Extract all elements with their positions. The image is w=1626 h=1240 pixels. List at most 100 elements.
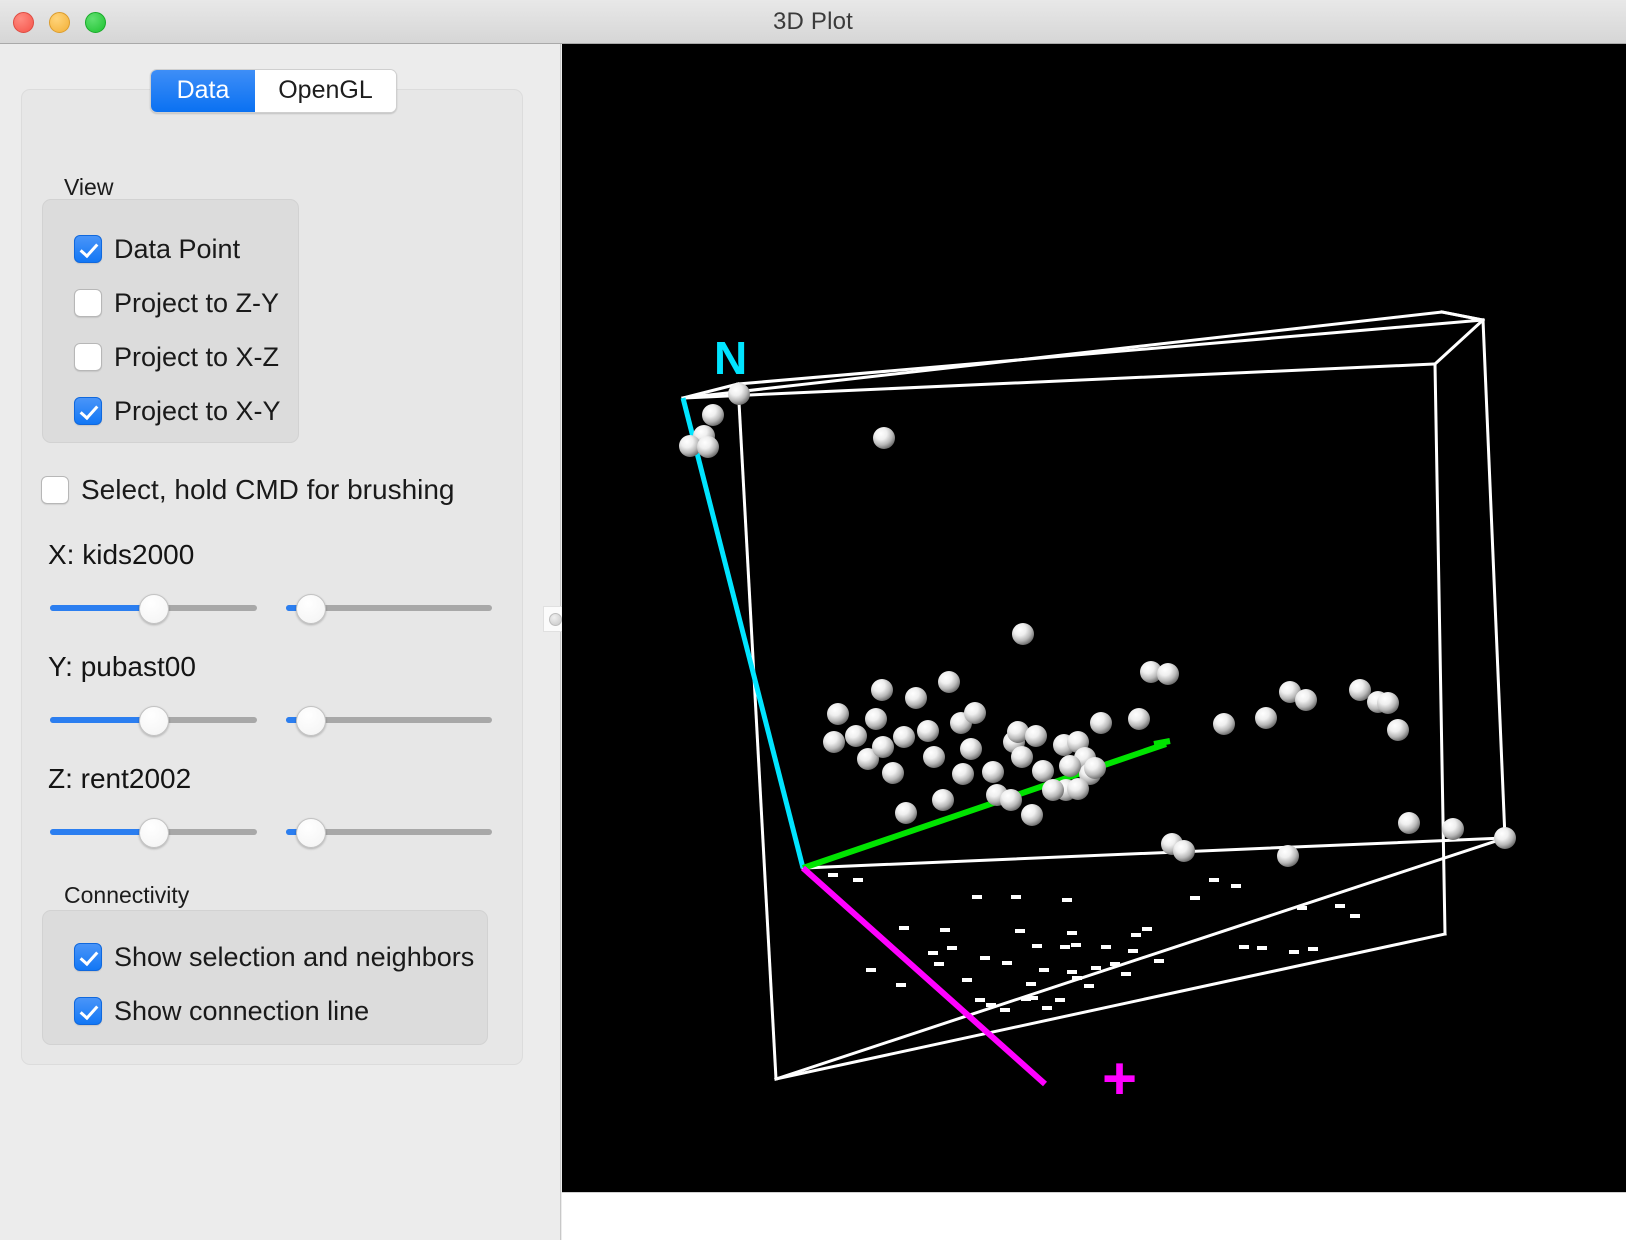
checkbox-select-brushing-label: Select, hold CMD for brushing xyxy=(81,474,455,505)
slider-x-low-knob[interactable] xyxy=(138,594,169,624)
data-point[interactable] xyxy=(938,671,960,693)
data-point[interactable] xyxy=(1387,719,1409,741)
tab-data[interactable]: Data xyxy=(151,70,255,112)
data-point[interactable] xyxy=(871,679,893,701)
data-point[interactable] xyxy=(893,726,915,748)
projection-point xyxy=(972,895,982,899)
data-point[interactable] xyxy=(917,720,939,742)
slider-x-high[interactable] xyxy=(286,594,492,624)
slider-y-low[interactable] xyxy=(50,706,257,736)
projection-point xyxy=(1231,884,1241,888)
data-point[interactable] xyxy=(827,703,849,725)
projection-point xyxy=(1032,944,1042,948)
data-point[interactable] xyxy=(1067,778,1089,800)
window-title: 3D Plot xyxy=(772,8,854,35)
data-point[interactable] xyxy=(823,731,845,753)
data-point[interactable] xyxy=(872,736,894,758)
data-point[interactable] xyxy=(873,427,895,449)
data-point[interactable] xyxy=(1042,779,1064,801)
data-point[interactable] xyxy=(865,708,887,730)
data-point[interactable] xyxy=(1128,708,1150,730)
data-point[interactable] xyxy=(882,762,904,784)
plus-marker-label: + xyxy=(1102,1045,1137,1112)
slider-x-high-knob[interactable] xyxy=(295,594,326,624)
slider-z-low-knob[interactable] xyxy=(138,818,169,848)
data-point[interactable] xyxy=(697,436,719,458)
data-point[interactable] xyxy=(1173,840,1195,862)
checkbox-project-zy[interactable]: Project to Z-Y xyxy=(74,287,279,319)
projection-point xyxy=(1062,898,1072,902)
slider-z-low[interactable] xyxy=(50,818,257,848)
data-point[interactable] xyxy=(1025,725,1047,747)
slider-x-low[interactable] xyxy=(50,594,257,624)
data-point[interactable] xyxy=(1059,755,1081,777)
data-point[interactable] xyxy=(982,761,1004,783)
slider-z-high-knob[interactable] xyxy=(295,818,326,848)
projection-point xyxy=(1154,959,1164,963)
data-point[interactable] xyxy=(1349,679,1371,701)
data-point[interactable] xyxy=(952,763,974,785)
projection-point xyxy=(940,928,950,932)
checkbox-select-brushing[interactable]: Select, hold CMD for brushing xyxy=(41,474,455,506)
checkbox-data-point[interactable]: Data Point xyxy=(74,233,240,265)
projection-point xyxy=(1042,1006,1052,1010)
checkbox-show-selection-neighbors-box[interactable] xyxy=(74,943,102,971)
data-points-layer xyxy=(679,383,1516,867)
data-point[interactable] xyxy=(1442,818,1464,840)
slider-z-high[interactable] xyxy=(286,818,492,848)
data-point[interactable] xyxy=(1000,789,1022,811)
data-point[interactable] xyxy=(923,746,945,768)
data-point[interactable] xyxy=(1021,804,1043,826)
data-point[interactable] xyxy=(1157,663,1179,685)
checkbox-project-xy[interactable]: Project to X-Y xyxy=(74,395,281,427)
data-point[interactable] xyxy=(728,383,750,405)
data-point[interactable] xyxy=(905,687,927,709)
data-point[interactable] xyxy=(1255,707,1277,729)
data-point[interactable] xyxy=(845,725,867,747)
slider-y-low-knob[interactable] xyxy=(138,706,169,736)
checkbox-show-selection-neighbors[interactable]: Show selection and neighbors xyxy=(74,941,474,973)
data-point[interactable] xyxy=(932,789,954,811)
data-point[interactable] xyxy=(1012,623,1034,645)
data-point[interactable] xyxy=(1213,713,1235,735)
data-point[interactable] xyxy=(1090,712,1112,734)
projection-points-layer xyxy=(828,873,1360,1012)
data-point[interactable] xyxy=(1377,692,1399,714)
projection-point xyxy=(899,926,909,930)
slider-y-high[interactable] xyxy=(286,706,492,736)
data-point[interactable] xyxy=(1277,845,1299,867)
axis-y-line xyxy=(801,865,1047,1087)
data-point[interactable] xyxy=(960,738,982,760)
projection-point xyxy=(828,873,838,877)
projection-point xyxy=(1289,950,1299,954)
data-point[interactable] xyxy=(1084,757,1106,779)
checkbox-select-brushing-box[interactable] xyxy=(41,476,69,504)
projection-point xyxy=(1128,949,1138,953)
projection-point xyxy=(1028,996,1038,1000)
projection-point xyxy=(947,946,957,950)
checkbox-show-connection-line[interactable]: Show connection line xyxy=(74,995,369,1027)
checkbox-show-connection-line-box[interactable] xyxy=(74,997,102,1025)
projection-point xyxy=(1091,966,1101,970)
checkbox-data-point-box[interactable] xyxy=(74,235,102,263)
checkbox-project-zy-box[interactable] xyxy=(74,289,102,317)
data-point[interactable] xyxy=(964,702,986,724)
north-marker-label: N xyxy=(714,332,747,384)
data-point[interactable] xyxy=(895,802,917,824)
data-point[interactable] xyxy=(1011,746,1033,768)
checkbox-project-xy-box[interactable] xyxy=(74,397,102,425)
projection-point xyxy=(1026,982,1036,986)
data-point[interactable] xyxy=(1032,760,1054,782)
projection-point xyxy=(1067,970,1077,974)
data-point[interactable] xyxy=(1295,689,1317,711)
checkbox-project-xz[interactable]: Project to X-Z xyxy=(74,341,279,373)
data-point[interactable] xyxy=(702,404,724,426)
projection-point xyxy=(1209,878,1219,882)
plot-canvas[interactable]: N + xyxy=(562,44,1626,1192)
slider-y-high-knob[interactable] xyxy=(295,706,326,736)
tab-opengl[interactable]: OpenGL xyxy=(255,70,396,112)
checkbox-data-point-label: Data Point xyxy=(114,233,241,264)
data-point[interactable] xyxy=(1398,812,1420,834)
checkbox-project-xz-box[interactable] xyxy=(74,343,102,371)
data-point[interactable] xyxy=(1494,827,1516,849)
